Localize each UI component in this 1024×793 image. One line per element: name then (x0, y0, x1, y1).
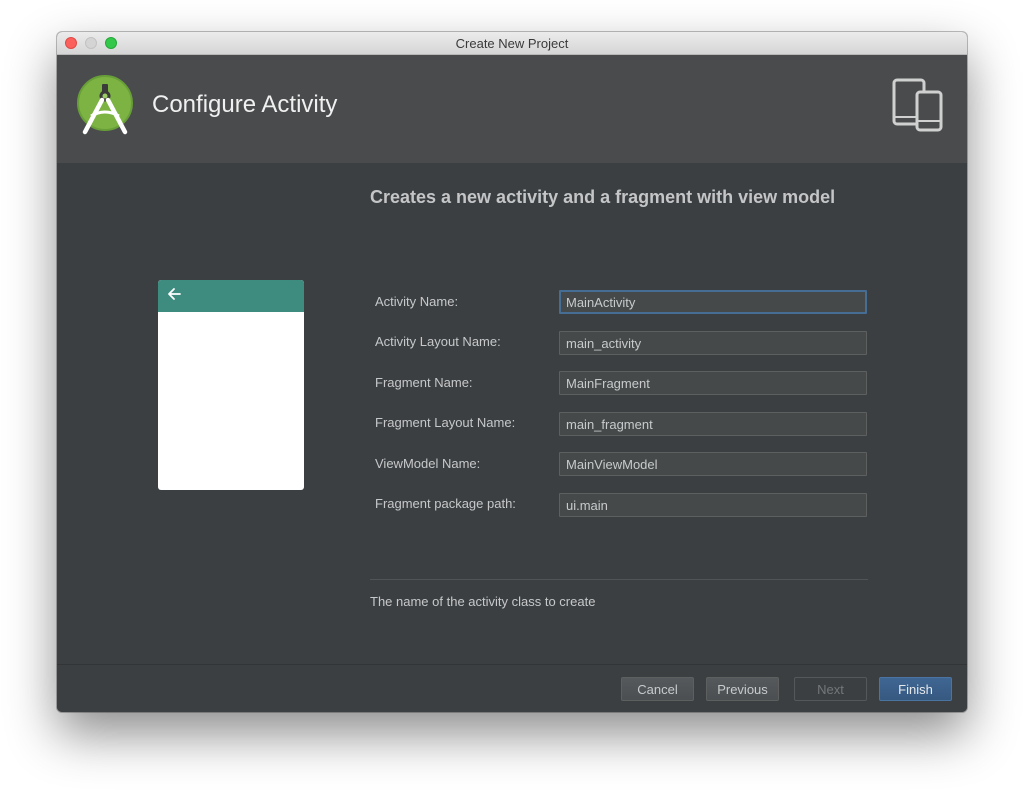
activity-name-input[interactable] (559, 290, 867, 314)
viewmodel-name-label: ViewModel Name: (375, 456, 481, 471)
field-hint: The name of the activity class to create (370, 594, 596, 609)
fragment-layout-name-label: Fragment Layout Name: (375, 415, 516, 430)
create-project-window: Create New Project Configure Activity Cr… (57, 32, 967, 712)
close-window-button[interactable] (65, 37, 77, 49)
fragment-package-path-input[interactable] (559, 493, 867, 517)
wizard-footer: Cancel Previous Next Finish (57, 664, 967, 712)
title-bar: Create New Project (57, 32, 967, 55)
previous-button[interactable]: Previous (706, 677, 779, 701)
next-button[interactable]: Next (794, 677, 867, 701)
activity-layout-name-label: Activity Layout Name: (375, 334, 501, 349)
activity-template-preview (158, 280, 304, 490)
template-description: Creates a new activity and a fragment wi… (370, 187, 836, 207)
android-studio-logo-icon (77, 74, 135, 136)
activity-name-label: Activity Name: (375, 294, 459, 309)
page-title: Configure Activity (152, 91, 338, 118)
fragment-name-input[interactable] (559, 371, 867, 395)
finish-button[interactable]: Finish (879, 677, 952, 701)
wizard-content: Creates a new activity and a fragment wi… (57, 163, 967, 664)
window-title: Create New Project (455, 35, 569, 51)
cancel-button[interactable]: Cancel (621, 677, 694, 701)
maximize-window-button[interactable] (105, 37, 117, 49)
activity-layout-name-input[interactable] (559, 331, 867, 355)
tablet-phone-devices-icon (891, 77, 945, 133)
hint-divider (370, 579, 868, 580)
fragment-package-path-label: Fragment package path: (375, 496, 516, 511)
preview-toolbar (158, 280, 304, 312)
fragment-name-label: Fragment Name: (375, 375, 473, 390)
fragment-layout-name-input[interactable] (559, 412, 867, 436)
viewmodel-name-input[interactable] (559, 452, 867, 476)
minimize-window-button[interactable] (85, 37, 97, 49)
arrow-left-icon (167, 287, 181, 306)
wizard-header: Configure Activity (57, 55, 967, 163)
